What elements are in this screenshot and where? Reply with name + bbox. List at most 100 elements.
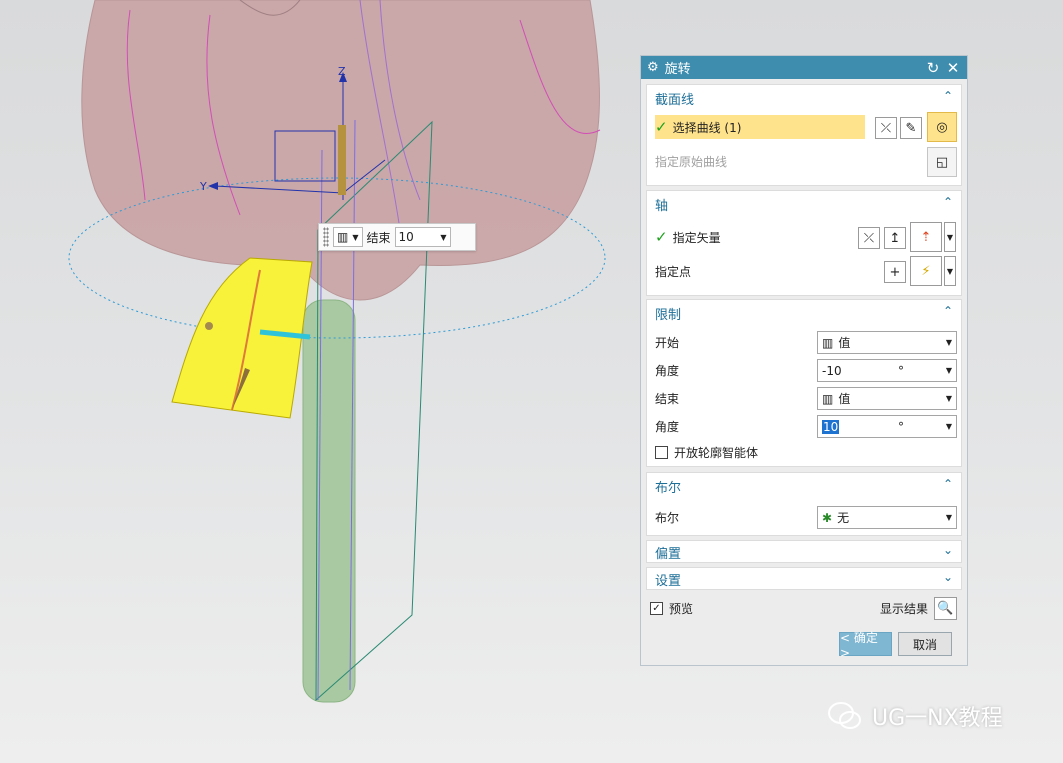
- axis-group: 轴 ⌃ ✓ 指定矢量 ⤫ ↥ ⇡ ▼ 指定点 + ⚡ ▼: [646, 190, 962, 296]
- end-angle-input[interactable]: 10 ° ▼: [817, 415, 957, 438]
- watermark: UG一NX教程: [828, 700, 1003, 732]
- drag-grip-icon[interactable]: [323, 227, 329, 247]
- section-group: 截面线 ⌃ ✓ 选择曲线 (1) ⤫ ✎ ◎ 指定原始曲线 ◱: [646, 84, 962, 186]
- revolve-dialog: ⚙ 旋转 ↻ ✕ 截面线 ⌃ ✓ 选择曲线 (1) ⤫ ✎ ◎ 指定原始曲线 ◱…: [640, 55, 968, 666]
- preview-checkbox[interactable]: ✓: [650, 601, 663, 615]
- chevron-down-icon: ▼: [352, 232, 359, 242]
- boolean-label: 布尔: [655, 510, 680, 525]
- end-label: 结束: [366, 230, 391, 245]
- curve-select-button[interactable]: ◎: [927, 112, 957, 142]
- limits-header[interactable]: 限制 ⌃: [655, 304, 953, 323]
- open-profile-label: 开放轮廓智能体: [674, 445, 759, 460]
- chevron-down-icon: ⌄: [942, 570, 953, 584]
- chevron-down-icon: ▼: [945, 513, 952, 522]
- petal-surface: [171, 257, 313, 419]
- z-axis-label: Z: [338, 65, 346, 78]
- start-angle-text: -10: [822, 363, 842, 378]
- axis-title: 轴: [655, 199, 669, 214]
- chevron-up-icon: ⌃: [942, 195, 953, 209]
- on-screen-input: ▥ ▼ 结束 10 ▼: [318, 223, 476, 251]
- start-angle-label: 角度: [655, 363, 680, 378]
- reverse-direction-button[interactable]: ⤫: [858, 227, 880, 249]
- chevron-down-icon: ▼: [945, 394, 952, 403]
- value-mode-icon: ▥: [337, 230, 349, 244]
- point-dialog-button[interactable]: +: [884, 261, 906, 283]
- sketch-section-button[interactable]: ✎: [900, 117, 922, 139]
- ok-button[interactable]: < 确定 >: [839, 631, 892, 660]
- vector-icon: ⇡: [920, 229, 932, 245]
- dialog-titlebar[interactable]: ⚙ 旋转 ↻ ✕: [641, 56, 967, 79]
- close-icon[interactable]: ✕: [945, 59, 961, 77]
- chevron-down-icon: ▼: [945, 366, 952, 375]
- section-title: 截面线: [655, 93, 695, 108]
- boolean-value-text: 无: [837, 511, 850, 525]
- degree-unit: °: [898, 363, 904, 378]
- start-mode-text: 值: [838, 336, 851, 350]
- boolean-select[interactable]: ✱ 无 ▼: [817, 506, 957, 529]
- boolean-title: 布尔: [655, 481, 682, 496]
- wechat-icon: [828, 702, 861, 729]
- magnifier-icon: 🔍: [937, 601, 954, 616]
- settings-title: 设置: [655, 574, 682, 589]
- end-angle-text: 10: [822, 419, 840, 434]
- settings-header[interactable]: 设置 ⌄: [655, 570, 953, 589]
- axis-header[interactable]: 轴 ⌃: [655, 195, 953, 214]
- no-boolean-icon: ✱: [822, 510, 833, 525]
- end-label: 结束: [655, 391, 680, 406]
- section-header[interactable]: 截面线 ⌃: [655, 89, 953, 108]
- start-mode-select[interactable]: ▥ 值 ▼: [817, 331, 957, 354]
- dialog-title: 旋转: [664, 62, 691, 77]
- value-mode-icon: ▥: [822, 391, 834, 406]
- preview-label: 预览: [669, 601, 694, 616]
- preview-row: ✓ 预览 显示结果: [650, 596, 958, 620]
- cancel-button[interactable]: 取消: [898, 632, 952, 656]
- boolean-group: 布尔 ⌃ 布尔 ✱ 无 ▼: [646, 472, 962, 536]
- check-icon: ✓: [655, 118, 668, 136]
- start-label: 开始: [655, 335, 680, 350]
- point-type-button[interactable]: ⚡: [910, 256, 942, 286]
- chevron-up-icon: ⌃: [942, 304, 953, 318]
- point-label: 指定点: [655, 264, 692, 279]
- chevron-down-icon: ▼: [440, 232, 447, 242]
- chevron-up-icon: ⌃: [942, 477, 953, 491]
- reset-icon[interactable]: ↻: [925, 59, 941, 77]
- end-value-text: 10: [398, 230, 414, 244]
- open-profile-checkbox[interactable]: [655, 445, 668, 459]
- select-curve-label: 选择曲线 (1): [672, 120, 742, 135]
- stem: [302, 299, 356, 703]
- end-mode-dropdown[interactable]: ▥ ▼: [333, 227, 363, 247]
- boolean-header[interactable]: 布尔 ⌃: [655, 477, 953, 496]
- gear-icon: ⚙: [647, 60, 659, 75]
- end-mode-text: 值: [838, 392, 851, 406]
- end-value-field[interactable]: 10 ▼: [394, 227, 451, 247]
- start-angle-input[interactable]: -10 ° ▼: [817, 359, 957, 382]
- chevron-up-icon: ⌃: [942, 89, 953, 103]
- watermark-text: UG一NX教程: [872, 706, 1003, 731]
- chevron-down-icon: ⌄: [942, 543, 953, 557]
- offset-header[interactable]: 偏置 ⌄: [655, 543, 953, 562]
- settings-group[interactable]: 设置 ⌄: [646, 567, 962, 590]
- show-result-label: 显示结果: [879, 601, 928, 616]
- lightning-icon: ⚡: [921, 263, 931, 279]
- vector-row: ✓ 指定矢量: [655, 225, 953, 249]
- point-dropdown-button[interactable]: ▼: [944, 256, 956, 286]
- open-profile-row[interactable]: 开放轮廓智能体: [655, 440, 953, 464]
- vector-label: 指定矢量: [672, 230, 721, 245]
- vector-type-button[interactable]: ⇡: [910, 222, 942, 252]
- point-row: 指定点: [655, 259, 953, 283]
- show-result-button[interactable]: 🔍: [934, 597, 957, 620]
- value-mode-icon: ▥: [822, 335, 834, 350]
- end-mode-select[interactable]: ▥ 值 ▼: [817, 387, 957, 410]
- chevron-down-icon: ▼: [945, 338, 952, 347]
- y-axis-label: Y: [199, 180, 207, 193]
- vector-dropdown-button[interactable]: ▼: [944, 222, 956, 252]
- degree-unit: °: [898, 419, 904, 434]
- origin-curve-button[interactable]: ◱: [927, 147, 957, 177]
- vector-dialog-button[interactable]: ↥: [884, 227, 906, 249]
- select-curve-row[interactable]: ✓ 选择曲线 (1): [655, 115, 865, 139]
- curve-rule-button[interactable]: ⤫: [875, 117, 897, 139]
- chevron-down-icon: ▼: [945, 422, 952, 431]
- limits-title: 限制: [655, 308, 682, 323]
- offset-group[interactable]: 偏置 ⌄: [646, 540, 962, 563]
- end-angle-label: 角度: [655, 419, 680, 434]
